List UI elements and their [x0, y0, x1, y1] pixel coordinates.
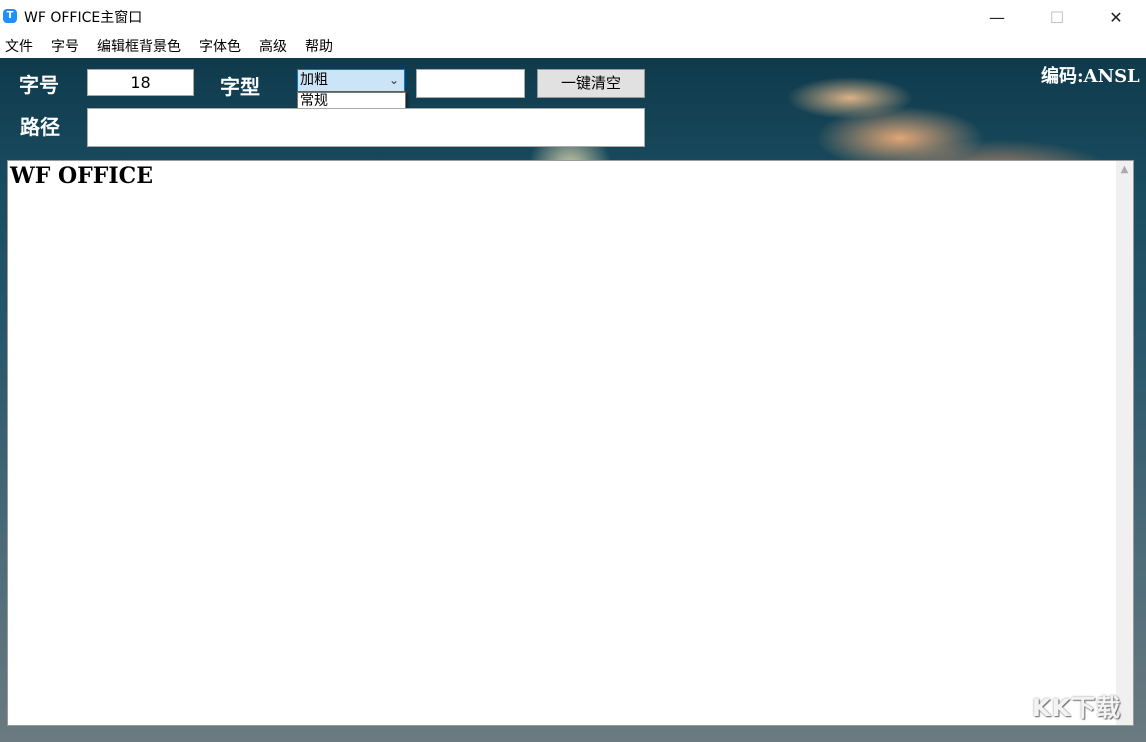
font-style-label: 字型 — [220, 75, 260, 99]
minimize-icon: — — [989, 7, 1005, 27]
clear-all-button[interactable]: 一键清空 — [537, 69, 645, 98]
watermark-logo: KK下载 — [1032, 694, 1122, 722]
close-button[interactable]: ✕ — [1086, 0, 1146, 34]
menu-font-size[interactable]: 字号 — [51, 36, 79, 56]
close-icon: ✕ — [1109, 7, 1123, 27]
font-style-selected: 加粗 — [300, 72, 328, 88]
editor-content[interactable]: WF OFFICE — [10, 163, 153, 189]
editor-area[interactable]: WF OFFICE ▲ — [7, 160, 1134, 726]
app-icon: T — [3, 9, 17, 23]
menu-advanced[interactable]: 高级 — [259, 36, 287, 56]
minimize-button[interactable]: — — [967, 0, 1027, 34]
vertical-scrollbar[interactable]: ▲ — [1116, 161, 1133, 725]
maximize-icon: ☐ — [1049, 7, 1065, 27]
title-bar: T WF OFFICE主窗口 — ☐ ✕ — [0, 0, 1146, 34]
scroll-up-icon[interactable]: ▲ — [1116, 161, 1133, 178]
menu-editor-bg-color[interactable]: 编辑框背景色 — [97, 36, 181, 56]
menu-file[interactable]: 文件 — [5, 36, 33, 56]
encoding-label: 编码:ANSL — [1041, 66, 1140, 87]
font-size-label: 字号 — [19, 73, 59, 97]
path-input[interactable] — [87, 108, 645, 147]
menu-help[interactable]: 帮助 — [305, 36, 333, 56]
window-title: WF OFFICE主窗口 — [24, 10, 143, 26]
menu-bar: 文件 字号 编辑框背景色 字体色 高级 帮助 — [0, 34, 1146, 58]
chevron-down-icon: ⌄ — [388, 73, 399, 87]
maximize-button[interactable]: ☐ — [1027, 0, 1087, 34]
text-input[interactable] — [416, 69, 525, 98]
font-style-select[interactable]: 加粗 ⌄ — [297, 69, 405, 92]
path-label: 路径 — [20, 115, 60, 139]
font-size-input[interactable]: 18 — [87, 69, 194, 96]
menu-font-color[interactable]: 字体色 — [199, 36, 241, 56]
